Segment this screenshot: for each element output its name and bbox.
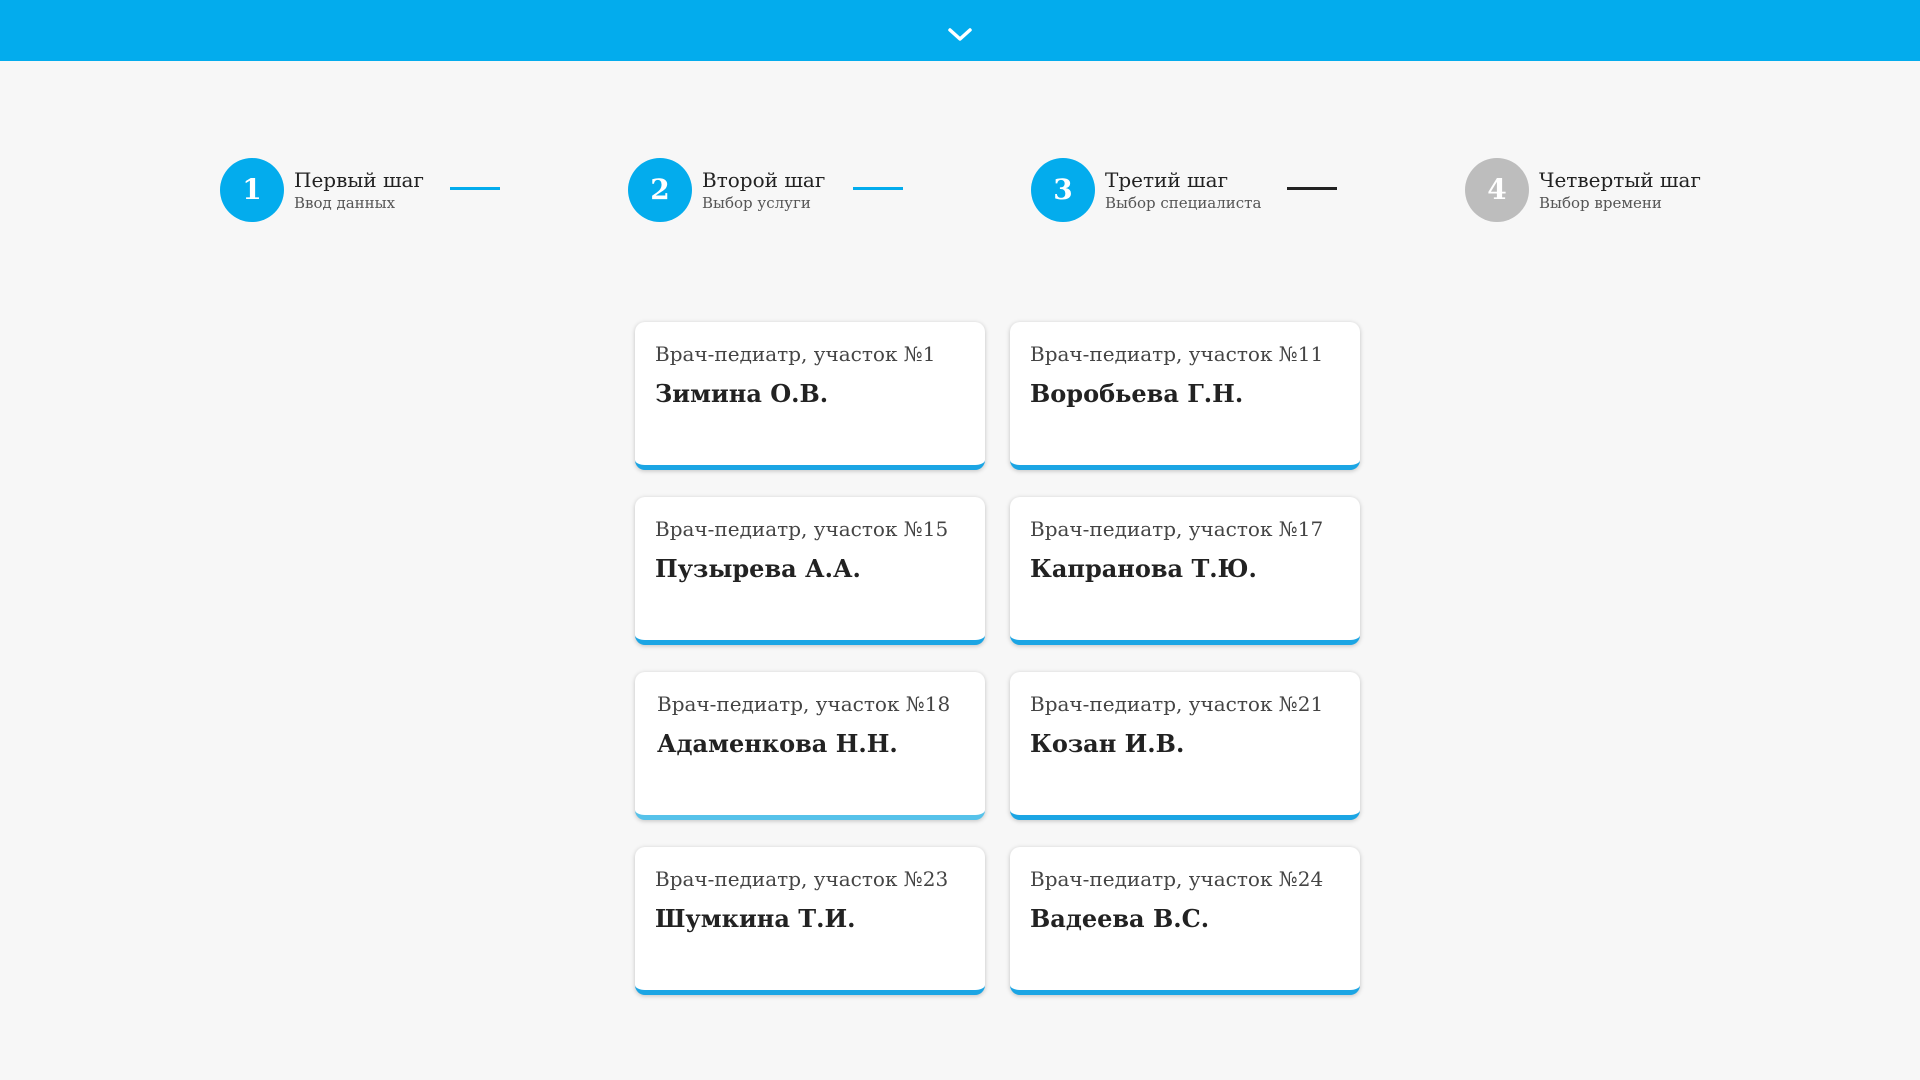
step-connector bbox=[450, 187, 500, 190]
doctor-role: Врач-педиатр, участок №24 bbox=[1030, 867, 1324, 891]
doctor-card[interactable]: Врач-педиатр, участок №18 Адаменкова Н.Н… bbox=[635, 672, 985, 820]
step-number: 1 bbox=[220, 158, 284, 222]
doctor-name: Капранова Т.Ю. bbox=[1030, 554, 1257, 583]
step-subtitle: Выбор специалиста bbox=[1105, 194, 1262, 212]
step-title: Второй шаг bbox=[702, 168, 826, 192]
doctor-role: Врач-педиатр, участок №11 bbox=[1030, 342, 1324, 366]
doctor-name: Шумкина Т.И. bbox=[655, 904, 856, 933]
doctor-card[interactable]: Врач-педиатр, участок №17 Капранова Т.Ю. bbox=[1010, 497, 1360, 645]
doctor-name: Адаменкова Н.Н. bbox=[657, 729, 898, 758]
step-connector bbox=[853, 187, 903, 190]
doctor-name: Зимина О.В. bbox=[655, 379, 829, 408]
top-bar bbox=[0, 0, 1920, 61]
step-subtitle: Ввод данных bbox=[294, 194, 396, 212]
step-subtitle: Выбор услуги bbox=[702, 194, 811, 212]
doctor-role: Врач-педиатр, участок №23 bbox=[655, 867, 949, 891]
doctor-card[interactable]: Врач-педиатр, участок №24 Вадеева В.С. bbox=[1010, 847, 1360, 995]
doctor-card[interactable]: Врач-педиатр, участок №21 Козан И.В. bbox=[1010, 672, 1360, 820]
doctor-card[interactable]: Врач-педиатр, участок №15 Пузырева А.А. bbox=[635, 497, 985, 645]
doctor-name: Воробьева Г.Н. bbox=[1030, 379, 1244, 408]
step-title: Четвертый шаг bbox=[1539, 168, 1701, 192]
step-title: Первый шаг bbox=[294, 168, 424, 192]
step-number: 4 bbox=[1465, 158, 1529, 222]
doctor-card[interactable]: Врач-педиатр, участок №11 Воробьева Г.Н. bbox=[1010, 322, 1360, 470]
doctor-name: Вадеева В.С. bbox=[1030, 904, 1210, 933]
step-subtitle: Выбор времени bbox=[1539, 194, 1662, 212]
step-number: 2 bbox=[628, 158, 692, 222]
doctor-name: Козан И.В. bbox=[1030, 729, 1185, 758]
doctor-role: Врач-педиатр, участок №21 bbox=[1030, 692, 1324, 716]
step-connector bbox=[1287, 187, 1337, 190]
doctor-role: Врач-педиатр, участок №15 bbox=[655, 517, 949, 541]
doctor-role: Врач-педиатр, участок №1 bbox=[655, 342, 936, 366]
doctor-card[interactable]: Врач-педиатр, участок №1 Зимина О.В. bbox=[635, 322, 985, 470]
doctor-role: Врач-педиатр, участок №17 bbox=[1030, 517, 1324, 541]
chevron-down-icon[interactable] bbox=[946, 24, 974, 46]
doctor-card[interactable]: Врач-педиатр, участок №23 Шумкина Т.И. bbox=[635, 847, 985, 995]
step-number: 3 bbox=[1031, 158, 1095, 222]
doctor-role: Врач-педиатр, участок №18 bbox=[657, 692, 951, 716]
doctor-name: Пузырева А.А. bbox=[655, 554, 861, 583]
step-title: Третий шаг bbox=[1105, 168, 1229, 192]
